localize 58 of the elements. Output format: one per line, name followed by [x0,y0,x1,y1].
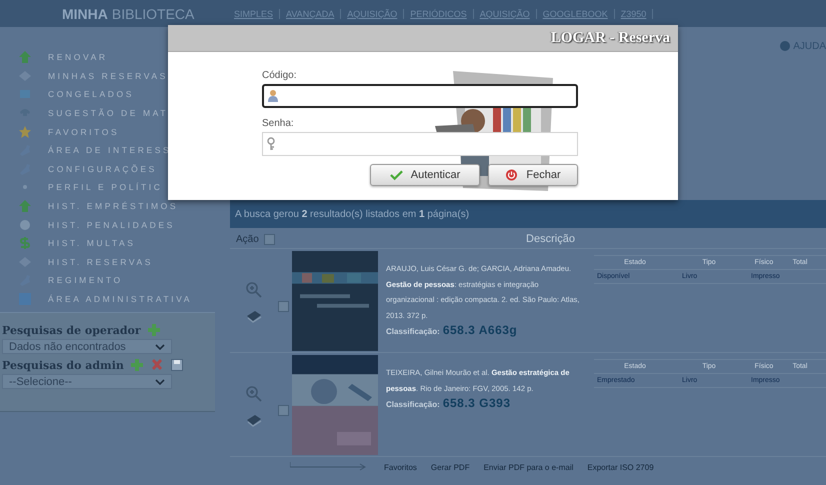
password-field[interactable] [262,132,578,156]
sidebar-menu-item[interactable]: HIST. MULTAS [48,238,136,248]
power-icon [505,169,518,181]
panel-label: Pesquisas do admin [2,358,124,372]
column-header: Descrição [525,233,576,245]
help-icon [779,40,792,52]
sidebar-menu-item[interactable]: ÁREA DE INTERESS [48,145,172,156]
classification-label: Classificação: [386,400,440,409]
footer-link[interactable]: Favoritos [384,462,417,472]
column-header: Ação [235,234,260,244]
star-icon [18,124,32,139]
dialog-title: LOGAR - Reserva [550,30,670,46]
code-field[interactable] [262,84,578,108]
chevron-down-icon [155,344,165,350]
classification-number: 658.3 G393 [442,396,511,410]
footer-link[interactable]: Gerar PDF [430,462,470,472]
sidebar-menu-item[interactable]: FAVORITOS [48,126,120,137]
arrow-icon [18,50,32,64]
sidebar-menu-item[interactable]: CONGELADOS [48,89,134,100]
row-checkbox[interactable] [278,301,289,312]
sidebar-menu-item[interactable]: RENOVAR [48,52,108,62]
logo-text: MINHA [62,6,108,22]
sidebar-menu-item[interactable]: SUGESTÃO DE MAT [48,108,168,118]
sidebar-menu-item[interactable]: HIST. PENALIDADES [48,220,175,230]
sidebar-menu-item[interactable]: PERFIL E POLÍTIC [48,182,162,192]
chevron-down-icon [155,378,165,385]
arrow-icon [18,199,32,214]
sidebar-menu-item[interactable]: REGIMENTO [48,275,123,286]
select-all-checkbox[interactable] [264,234,275,244]
delete-icon[interactable] [150,358,164,372]
user-icon [267,89,279,103]
close-button[interactable]: Fechar [488,164,578,186]
ball-icon [18,218,32,232]
admin-search-select[interactable]: --Selecione-- [2,374,172,390]
panel-label: Pesquisas de operador [2,324,141,337]
results-summary: A busca gerou 2 resultado(s) listados em 1 página(s) [235,208,470,220]
checkmark-icon [390,169,403,181]
footer-link[interactable]: Exportar ISO 2709 [587,462,654,472]
plus-icon[interactable] [146,323,161,338]
password-label: Senha: [262,118,295,129]
save-icon[interactable] [170,358,184,372]
code-label: Código: [262,70,298,81]
sidebar-menu-item[interactable]: CONFIGURAÇÕES [48,164,157,174]
footer-link[interactable]: Enviar PDF para o e-mail [484,462,574,472]
classification-label: Classificação: [386,327,440,336]
logo-text: BIBLIOTECA [112,6,194,22]
sidebar-menu-item[interactable]: HIST. EMPRÉSTIMOS [48,201,178,212]
plus-icon[interactable] [130,358,144,372]
sidebar-menu-item[interactable]: ÁREA ADMINISTRATIVA [48,294,192,304]
authenticate-button[interactable]: Autenticar [370,164,480,186]
row-checkbox[interactable] [278,405,289,416]
sidebar-menu-item[interactable]: MINHAS RESERVAS [48,70,168,81]
dollar-icon [18,236,32,250]
zoom-in-icon[interactable] [245,385,263,403]
operator-search-select[interactable]: Dados não encontrados [2,339,172,354]
sidebar-menu-item[interactable]: HIST. RESERVAS [48,256,154,267]
zoom-in-icon[interactable] [245,281,263,299]
classification-number: 658.3 A663g [442,323,518,337]
